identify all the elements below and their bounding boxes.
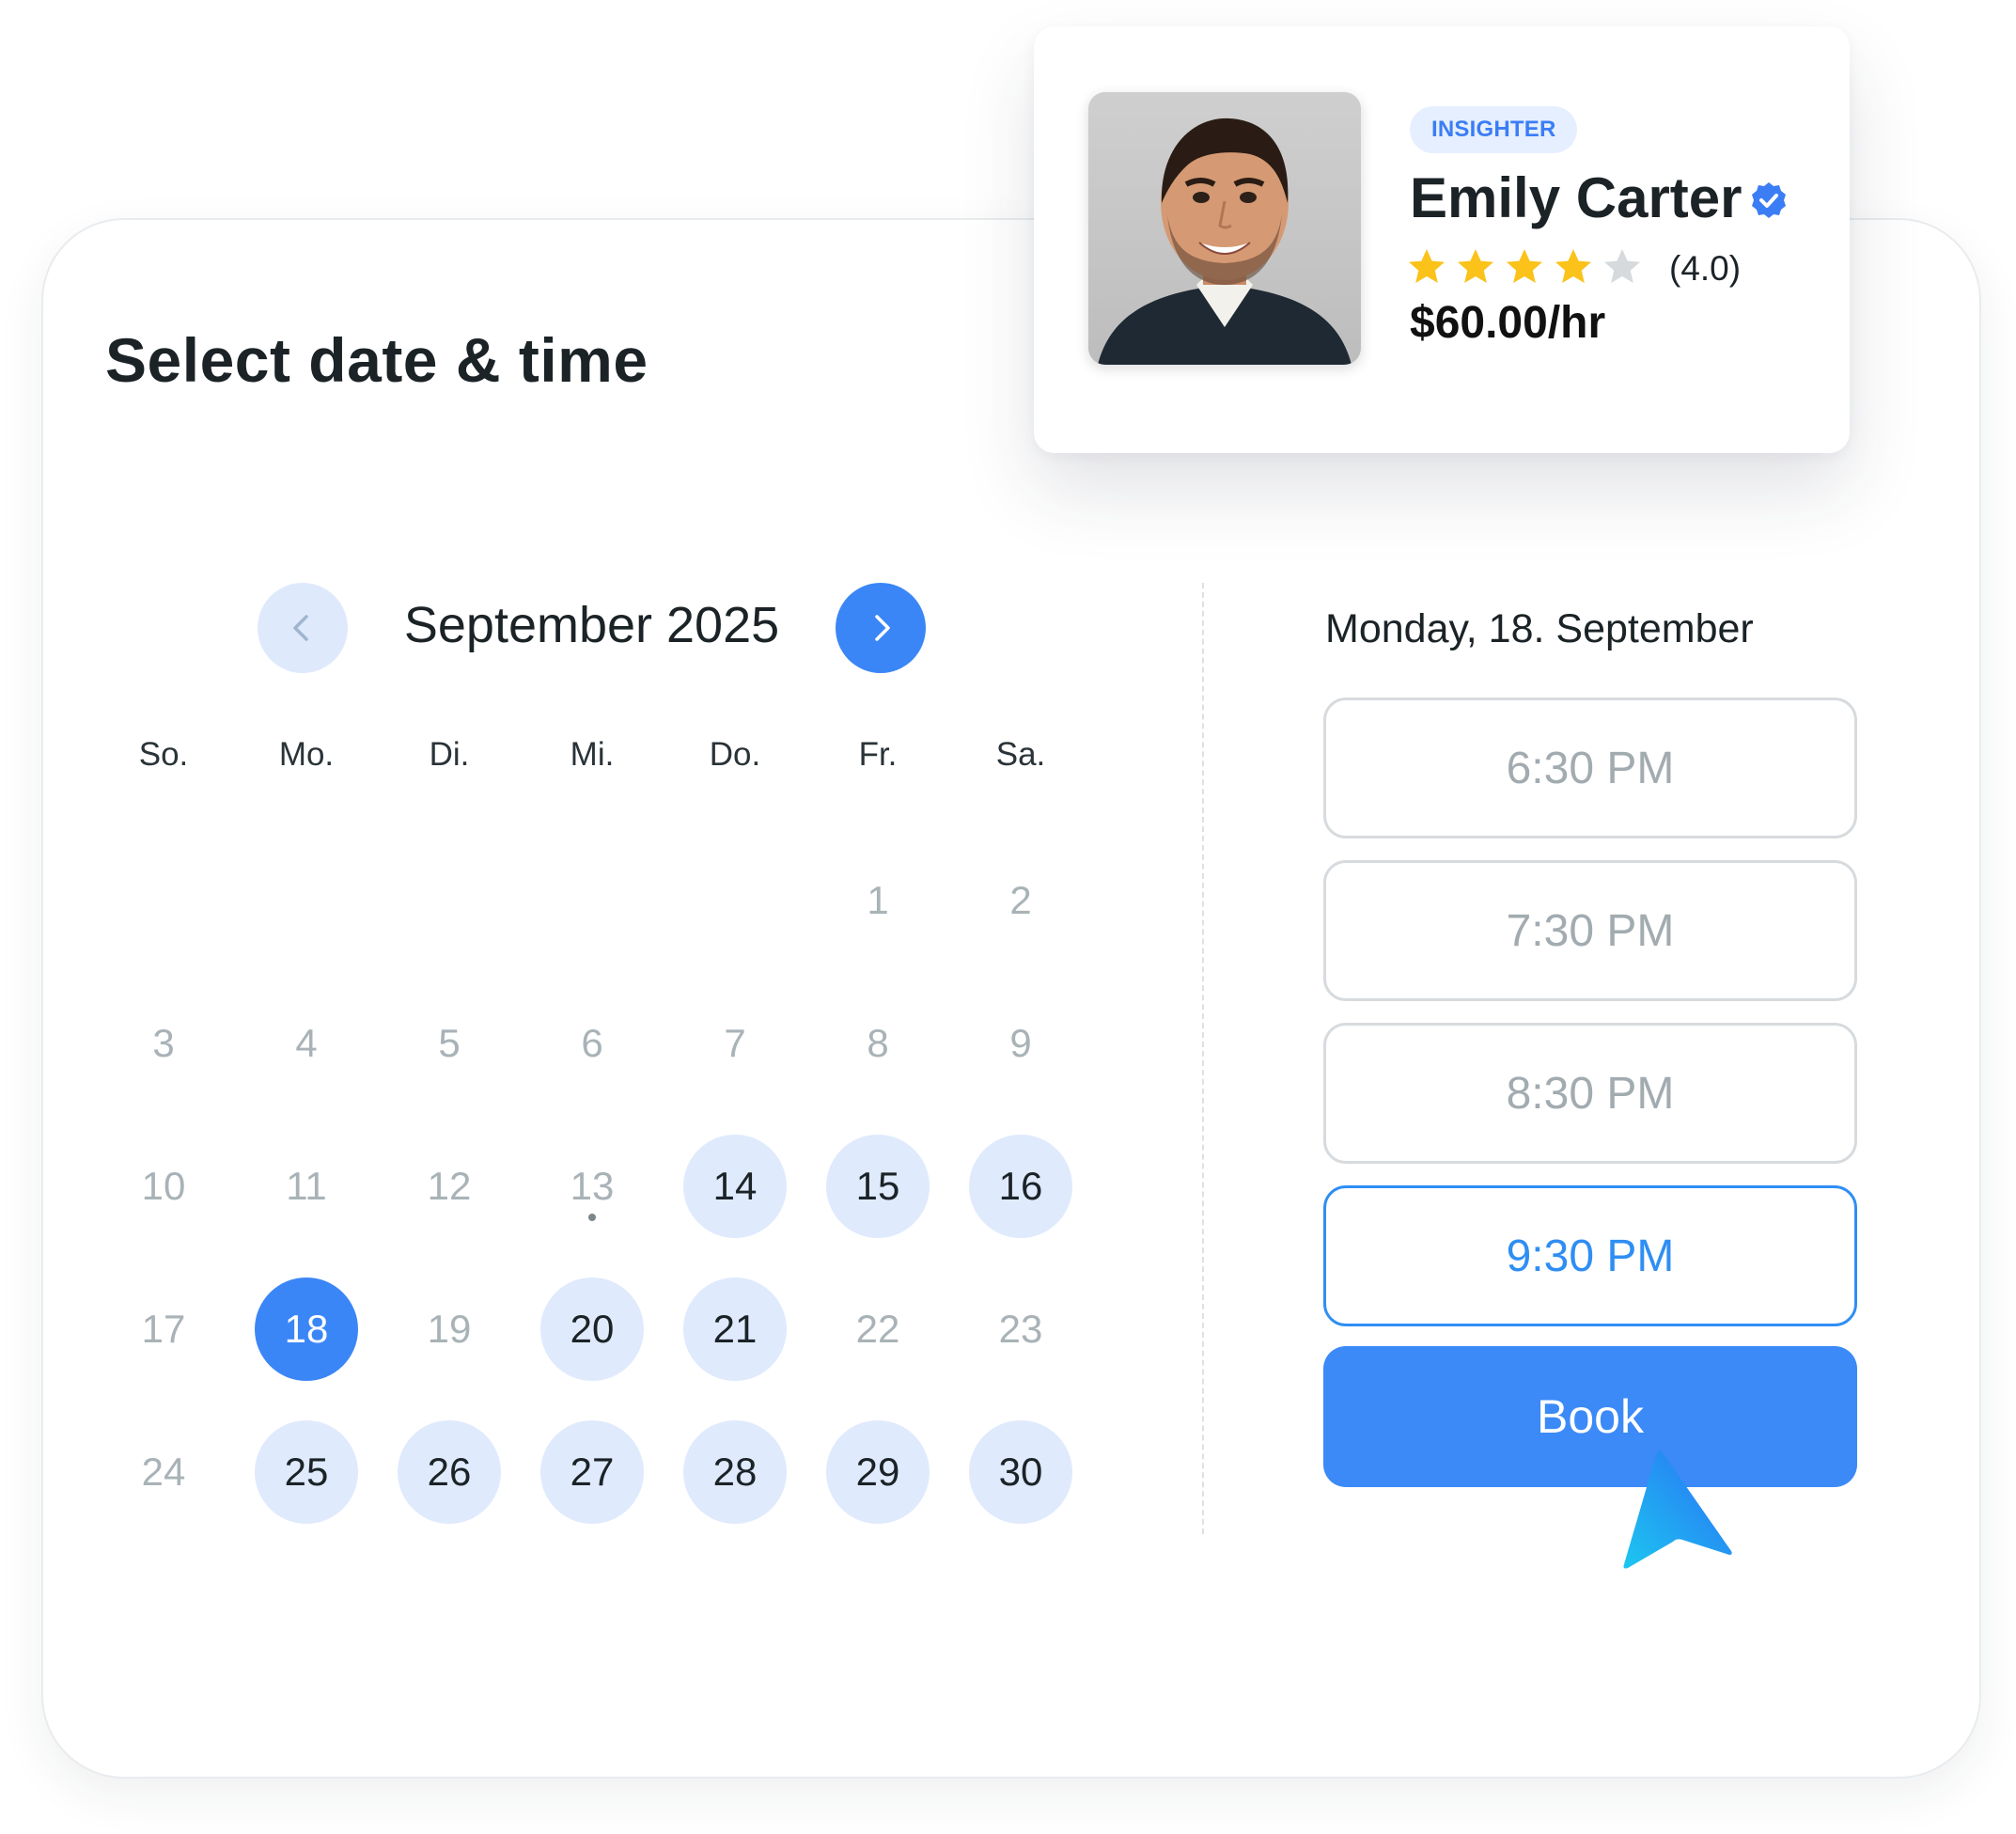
calendar-day-8: 8 [867, 1021, 889, 1065]
calendar-day-23: 23 [998, 1307, 1043, 1351]
calendar-day-18[interactable]: 18 [255, 1278, 358, 1381]
weekday-label: Do. [709, 736, 761, 773]
rating-stars [1406, 246, 1643, 288]
rating-value: (4.0) [1669, 249, 1742, 288]
calendar-day-9: 9 [1009, 1021, 1032, 1065]
calendar-day-21[interactable]: 21 [683, 1278, 787, 1381]
weekday-label: Sa. [995, 736, 1046, 773]
calendar-day-7: 7 [724, 1021, 746, 1065]
calendar-day-13: 13 [540, 1135, 644, 1238]
star-filled-icon [1458, 249, 1493, 283]
calendar-day-10: 10 [141, 1164, 186, 1208]
month-label: September 2025 [403, 597, 780, 653]
calendar-day-20[interactable]: 20 [540, 1278, 644, 1381]
weekday-label: Di. [429, 736, 470, 773]
role-badge: INSIGHTER [1410, 106, 1578, 153]
calendar-day-27[interactable]: 27 [540, 1420, 644, 1524]
calendar-day-2: 2 [1009, 878, 1032, 922]
calendar-day-25[interactable]: 25 [255, 1420, 358, 1524]
weekday-label: Fr. [858, 736, 898, 773]
calendar-day-3: 3 [152, 1021, 175, 1065]
weekday-label: So. [138, 736, 189, 773]
star-filled-icon [1507, 249, 1542, 283]
calendar-day-30[interactable]: 30 [969, 1420, 1072, 1524]
calendar-day-28[interactable]: 28 [683, 1420, 787, 1524]
calendar-day-16[interactable]: 16 [969, 1135, 1072, 1238]
verified-badge-icon [1752, 182, 1786, 218]
calendar-day-1: 1 [867, 878, 889, 922]
book-button[interactable]: Book [1323, 1346, 1857, 1487]
star-empty-icon [1604, 249, 1640, 283]
star-filled-icon [1409, 249, 1445, 283]
calendar-day-19: 19 [427, 1307, 472, 1351]
calendar-day-24: 24 [141, 1450, 186, 1494]
prev-month-button[interactable] [258, 583, 348, 673]
weekday-label: Mi. [570, 736, 615, 773]
calendar-day-15[interactable]: 15 [826, 1135, 930, 1238]
chevron-left-icon [293, 615, 308, 641]
selected-date-heading: Monday, 18. September [1325, 606, 1754, 651]
time-slot-6-30-pm[interactable]: 6:30 PM [1323, 698, 1857, 839]
calendar-day-26[interactable]: 26 [398, 1420, 501, 1524]
next-month-button[interactable] [836, 583, 926, 673]
chevron-right-icon [875, 615, 890, 641]
mouse-pointer-icon [1623, 1450, 1732, 1569]
divider [1202, 583, 1204, 1534]
time-slot-9-30-pm[interactable]: 9:30 PM [1323, 1185, 1857, 1326]
calendar-day-12: 12 [427, 1164, 472, 1208]
calendar-day-5: 5 [438, 1021, 461, 1065]
calendar-day-6: 6 [581, 1021, 603, 1065]
calendar-day-14[interactable]: 14 [683, 1135, 787, 1238]
calendar-day-11: 11 [286, 1164, 327, 1208]
profile-name: Emily Carter [1410, 166, 1743, 229]
today-indicator [588, 1214, 596, 1221]
calendar-day-22: 22 [855, 1307, 900, 1351]
avatar [1088, 92, 1361, 365]
weekday-label: Mo. [278, 736, 335, 773]
page-title: Select date & time [105, 325, 649, 395]
star-filled-icon [1555, 249, 1591, 283]
calendar-day-17: 17 [141, 1307, 186, 1351]
calendar-day-4: 4 [295, 1021, 318, 1065]
hourly-price: $60.00/hr [1410, 298, 1606, 348]
time-slot-7-30-pm[interactable]: 7:30 PM [1323, 860, 1857, 1001]
calendar-day-29[interactable]: 29 [826, 1420, 930, 1524]
profile-card: INSIGHTER Emily Carter (4.0) $60.00/hr [1034, 26, 1850, 453]
time-slot-8-30-pm[interactable]: 8:30 PM [1323, 1023, 1857, 1164]
